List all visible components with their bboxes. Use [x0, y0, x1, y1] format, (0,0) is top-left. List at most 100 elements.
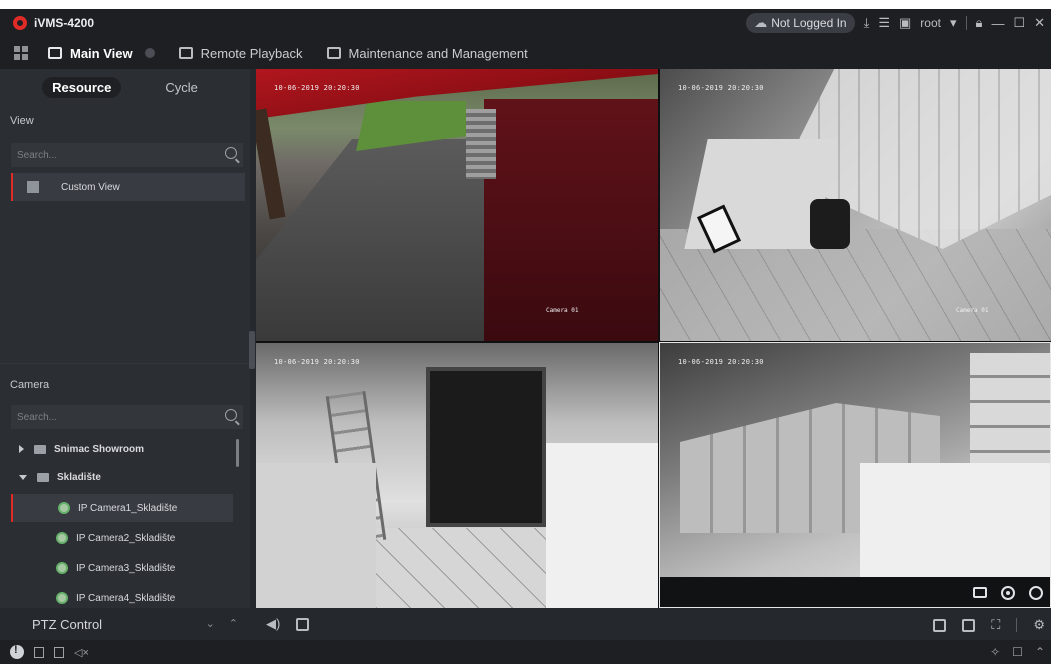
scene-tree — [256, 108, 286, 220]
chevron-down-icon[interactable]: ⌄ — [206, 617, 215, 630]
tab-remote-playback[interactable]: Remote Playback — [167, 37, 315, 69]
trash-icon[interactable] — [34, 646, 44, 658]
video-cell-4[interactable]: 10-06-2019 20:20:30 — [660, 343, 1051, 577]
app-logo-icon — [13, 16, 27, 30]
settings-gear-icon[interactable]: ⚙ — [1033, 617, 1045, 633]
download-icon[interactable]: ⤓ — [864, 15, 870, 31]
instant-playback-icon[interactable] — [1029, 585, 1043, 600]
scene-shelf — [970, 353, 1050, 463]
tree-scrollbar[interactable] — [236, 439, 239, 467]
window-division-icon[interactable] — [962, 618, 976, 632]
title-bar: iVMS-4200 ☁ Not Logged In ⤓ ☰ ▣ root ▾ 🔒… — [0, 9, 1051, 37]
folder-icon — [34, 444, 46, 454]
video-toolbar-left: ◀︎) — [266, 616, 310, 632]
tab-remote-playback-label: Remote Playback — [200, 45, 303, 61]
tree-camera-2[interactable]: IP Camera2_Skladište — [11, 524, 233, 552]
tree-camera-3[interactable]: IP Camera3_Skladište — [11, 554, 233, 582]
lock-icon[interactable]: 🔒︎ — [976, 15, 983, 31]
view-icon — [27, 181, 39, 193]
ptz-control-label: PTZ Control — [32, 616, 103, 632]
scene-wall — [484, 99, 658, 341]
tab-bar: Main View Remote Playback Maintenance an… — [0, 37, 1051, 69]
separator — [1016, 618, 1018, 632]
separator — [965, 16, 967, 30]
scene-ground — [256, 139, 496, 341]
view-search — [11, 143, 243, 167]
video-cell-2[interactable]: 10-06-2019 20:20:30 Camera 01 — [660, 69, 1051, 341]
camera-label: IP Camera2_Skladište — [76, 532, 176, 544]
expand-arrow-icon[interactable] — [19, 445, 24, 453]
camera-label: IP Camera3_Skladište — [76, 562, 176, 574]
tree-group-skladiste[interactable]: Skladište — [11, 463, 233, 491]
image-icon[interactable]: ▣ — [899, 15, 911, 31]
audio-icon[interactable]: ◁× — [74, 646, 89, 659]
segment-cycle[interactable]: Cycle — [155, 77, 208, 98]
video-cell-toolbar — [660, 577, 1051, 608]
title-bar-controls: ☁ Not Logged In ⤓ ☰ ▣ root ▾ 🔒︎ — ☐ ✕ — [746, 9, 1045, 37]
record-icon[interactable] — [1001, 585, 1015, 600]
panel-splitter[interactable] — [0, 363, 250, 364]
control-panel-icon[interactable] — [14, 46, 28, 60]
search-icon[interactable] — [225, 147, 237, 159]
camera-online-icon — [56, 532, 68, 544]
pin-icon[interactable]: ✧ — [990, 645, 1000, 659]
view-search-input[interactable] — [17, 149, 217, 161]
osd-camera-name: Camera 01 — [546, 307, 579, 314]
tree-camera-1[interactable]: IP Camera1_Skladište — [11, 494, 233, 522]
alarm-icon[interactable] — [10, 644, 24, 659]
camera-search — [11, 405, 243, 429]
user-dropdown-icon[interactable]: ▾ — [950, 15, 957, 31]
camera-online-icon — [56, 562, 68, 574]
resource-cycle-switch: Resource Cycle — [0, 69, 250, 105]
tab-close-icon[interactable] — [144, 48, 155, 58]
expand-up-icon[interactable]: ⌃ — [1035, 645, 1045, 659]
close-all-icon[interactable] — [933, 618, 947, 632]
tab-main-view-label: Main View — [70, 45, 133, 61]
cloud-icon: ☁ — [754, 15, 768, 30]
scene-boxes-left — [256, 463, 376, 608]
scene-floor — [376, 528, 546, 608]
user-menu[interactable]: root — [920, 16, 941, 30]
capture-icon[interactable] — [973, 587, 987, 598]
collapse-arrow-icon[interactable] — [19, 474, 27, 480]
panel-collapse-handle[interactable] — [249, 331, 255, 369]
video-cell-3[interactable]: 10-06-2019 20:20:30 Camera 01 — [256, 343, 658, 608]
app-title: iVMS-4200 — [34, 16, 95, 30]
volume-icon[interactable]: ◀︎) — [266, 616, 280, 632]
video-cell-1[interactable]: 10-06-2019 20:20:30 Camera 01 — [256, 69, 658, 341]
chevron-up-icon[interactable]: ⌃ — [229, 617, 238, 630]
osd-timestamp: 10-06-2019 20:20:30 — [678, 84, 764, 92]
fullscreen-icon[interactable]: ⛶ — [991, 617, 1000, 633]
segment-resource[interactable]: Resource — [42, 76, 122, 98]
scene-stairs — [466, 109, 496, 179]
stop-all-icon[interactable] — [296, 617, 310, 631]
window-icon[interactable]: ☐ — [1012, 645, 1023, 659]
event-icon[interactable] — [54, 646, 64, 658]
search-icon[interactable] — [225, 409, 237, 421]
ptz-control-bar[interactable]: PTZ Control ⌄ ⌃ — [0, 608, 250, 640]
group-label: Snimac Showroom — [54, 443, 145, 455]
main-view-icon — [48, 47, 62, 59]
video-toolbar: ◀︎) ⛶ ⚙ — [250, 608, 1051, 640]
task-list-icon[interactable]: ☰ — [878, 15, 890, 31]
camera-label: IP Camera4_Skladište — [76, 592, 176, 604]
osd-timestamp: 10-06-2019 20:20:30 — [678, 358, 764, 366]
camera-search-input[interactable] — [17, 411, 217, 423]
scene-door — [426, 367, 546, 527]
app-window: iVMS-4200 ☁ Not Logged In ⤓ ☰ ▣ root ▾ 🔒… — [0, 9, 1051, 664]
view-item-custom-view[interactable]: Custom View — [11, 173, 245, 201]
camera-online-icon — [56, 592, 68, 604]
maximize-icon[interactable]: ☐ — [1013, 15, 1025, 31]
video-toolbar-right: ⛶ ⚙ — [933, 617, 1045, 633]
tab-maintenance[interactable]: Maintenance and Management — [315, 37, 540, 69]
close-icon[interactable]: ✕ — [1034, 15, 1045, 31]
tree-group-snimac-showroom[interactable]: Snimac Showroom — [11, 435, 233, 463]
osd-timestamp: 10-06-2019 20:20:30 — [274, 358, 360, 366]
tab-main-view[interactable]: Main View — [36, 37, 167, 69]
status-bar: ◁× ✧ ☐ ⌃ — [0, 640, 1051, 664]
resource-panel: Resource Cycle View Custom View Camera S… — [0, 69, 250, 608]
minimize-icon[interactable]: — — [991, 16, 1004, 31]
login-status-button[interactable]: ☁ Not Logged In — [746, 13, 855, 33]
scene-chair — [810, 199, 850, 249]
group-label: Skladište — [57, 471, 101, 483]
